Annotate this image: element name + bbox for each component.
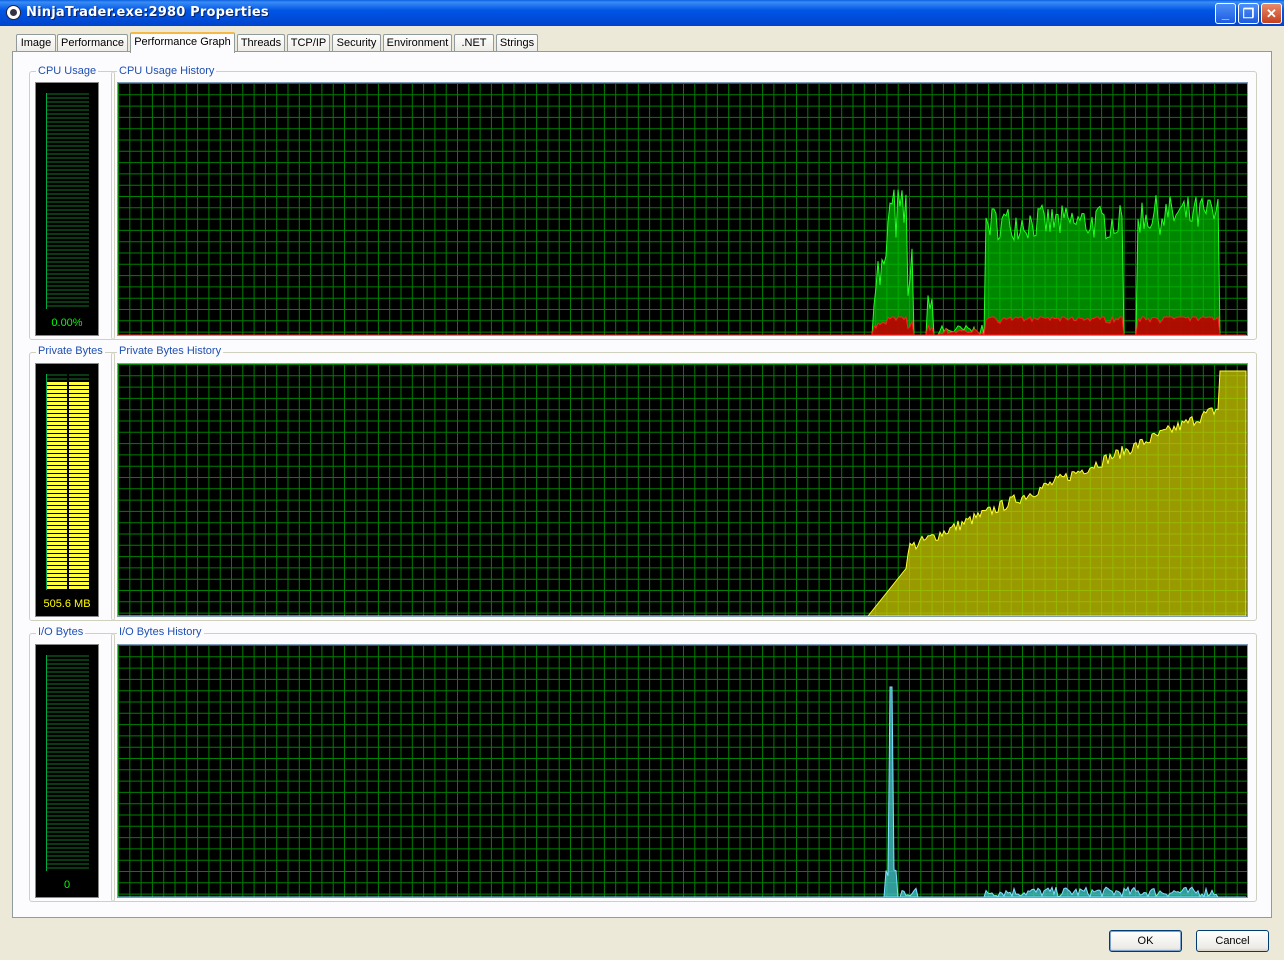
app-icon bbox=[6, 5, 21, 20]
io-bytes-meter: 0 bbox=[35, 644, 99, 898]
tab-performance[interactable]: Performance bbox=[57, 34, 128, 52]
cpu-history-label: CPU Usage History bbox=[117, 65, 217, 77]
cpu-usage-meter: 0.00% bbox=[35, 82, 99, 336]
cpu-meter-bars bbox=[46, 93, 89, 309]
tab-image[interactable]: Image bbox=[16, 34, 56, 52]
maximize-button[interactable]: ❐ bbox=[1238, 3, 1259, 24]
window-title: NinjaTrader.exe:2980 Properties bbox=[26, 5, 269, 20]
tab-strings[interactable]: Strings bbox=[496, 34, 538, 52]
tab-environment[interactable]: Environment bbox=[383, 34, 452, 52]
private-bytes-meter-bars bbox=[46, 374, 89, 590]
cpu-total-series bbox=[118, 189, 1246, 335]
cpu-meter-value: 0.00% bbox=[51, 317, 83, 329]
ok-button[interactable]: OK bbox=[1109, 930, 1182, 952]
close-button[interactable]: ✕ bbox=[1261, 3, 1282, 24]
cpu-meter-label: CPU Usage bbox=[36, 65, 99, 77]
tab-performance-graph[interactable]: Performance Graph bbox=[130, 32, 235, 53]
tab-dotnet[interactable]: .NET bbox=[454, 34, 494, 52]
private-bytes-meter-label: Private Bytes bbox=[36, 345, 105, 357]
minimize-button[interactable]: _ bbox=[1215, 3, 1236, 24]
io-meter-bars bbox=[46, 655, 89, 871]
performance-graph-panel: CPU Usage 0.00% CPU Usage History Privat… bbox=[12, 51, 1272, 918]
tab-threads[interactable]: Threads bbox=[237, 34, 285, 52]
io-bytes-history-graph bbox=[117, 644, 1248, 898]
private-bytes-meter-value: 505.6 MB bbox=[43, 598, 91, 610]
io-history-label: I/O Bytes History bbox=[117, 626, 204, 638]
private-bytes-meter: 505.6 MB bbox=[35, 363, 99, 617]
tab-tcpip[interactable]: TCP/IP bbox=[287, 34, 330, 52]
tab-security[interactable]: Security bbox=[332, 34, 381, 52]
private-bytes-history-graph bbox=[117, 363, 1248, 617]
io-meter-label: I/O Bytes bbox=[36, 626, 86, 638]
io-meter-value: 0 bbox=[63, 879, 71, 891]
cpu-usage-history-graph bbox=[117, 82, 1248, 336]
title-bar: NinjaTrader.exe:2980 Properties _ ❐ ✕ bbox=[0, 0, 1284, 26]
private-bytes-history-label: Private Bytes History bbox=[117, 345, 224, 357]
cancel-button[interactable]: Cancel bbox=[1196, 930, 1269, 952]
